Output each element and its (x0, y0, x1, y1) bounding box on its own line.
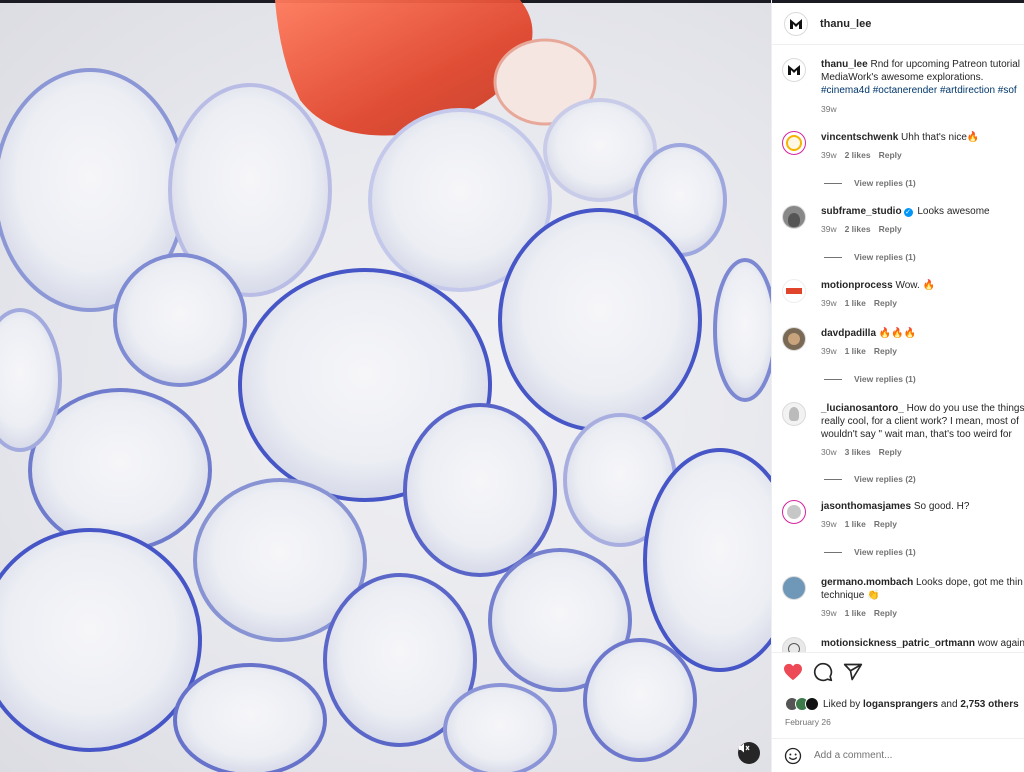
post-header: thanu_lee (772, 3, 1024, 45)
comment-icon (813, 662, 833, 682)
post-date: February 26 (785, 717, 831, 727)
view-replies-label: View replies (1) (854, 252, 916, 262)
avatar[interactable] (782, 205, 806, 229)
liker-avatars (785, 697, 819, 711)
comment-likes[interactable]: 1 like (845, 298, 866, 308)
avatar[interactable] (782, 58, 806, 82)
comment-text: Looks dope, got me thin (916, 577, 1023, 588)
view-replies-button[interactable]: View replies (1) (824, 178, 916, 188)
add-comment-bar (772, 738, 1024, 772)
avatar[interactable] (782, 279, 806, 303)
comment-time: 30w (821, 447, 837, 457)
reply-button[interactable]: Reply (874, 346, 897, 356)
verified-badge-icon: ✓ (903, 208, 913, 217)
likes-summary: Liked by logansprangers and 2,753 others (785, 697, 1019, 711)
comment-username[interactable]: _lucianosantoro_ (821, 403, 904, 414)
add-comment-input[interactable] (814, 750, 1014, 761)
reply-button[interactable]: Reply (874, 298, 897, 308)
caption-hashtags[interactable]: #cinema4d #octanerender #artdirection #s… (821, 84, 1024, 97)
comment-text-line2: really cool, for a client work? I mean, … (821, 416, 1019, 427)
reply-button[interactable]: Reply (879, 447, 902, 457)
avatar[interactable] (782, 402, 806, 426)
liked-by-suffix: and (940, 698, 958, 710)
like-button[interactable] (782, 661, 804, 683)
liked-by-user[interactable]: logansprangers (863, 699, 938, 710)
reply-button[interactable]: Reply (874, 608, 897, 618)
caption-text: Rnd for upcoming Patreon tutorial (870, 59, 1020, 70)
avatar[interactable] (782, 576, 806, 600)
comments-list[interactable]: thanu_lee Rnd for upcoming Patreon tutor… (772, 46, 1024, 652)
comment-button[interactable] (812, 661, 834, 683)
comment-likes[interactable]: 1 like (845, 608, 866, 618)
comment-username[interactable]: vincentschwenk (821, 132, 898, 143)
caption-text-line2: MediaWork's awesome explorations. (821, 72, 984, 83)
comment-username[interactable]: davdpadilla (821, 328, 876, 339)
avatar[interactable] (784, 11, 808, 36)
view-replies-label: View replies (1) (854, 178, 916, 188)
comment-time: 39w (821, 224, 837, 234)
post-author-username[interactable]: thanu_lee (820, 18, 871, 30)
comment-text: Uhh that's nice🔥 (901, 132, 980, 143)
liked-by-prefix: Liked by (823, 698, 861, 710)
post-media[interactable] (0, 0, 771, 772)
avatar[interactable] (782, 637, 806, 652)
comment-username[interactable]: subframe_studio (821, 206, 902, 217)
reply-button[interactable]: Reply (879, 150, 902, 160)
comment-likes[interactable]: 1 like (845, 346, 866, 356)
comment-time: 39w (821, 298, 837, 308)
mute-button[interactable] (738, 742, 760, 764)
comment-username[interactable]: germano.mombach (821, 577, 913, 588)
smiley-icon[interactable] (784, 747, 802, 765)
logo-icon (788, 65, 800, 75)
comment-text: 🔥🔥🔥 (878, 328, 917, 339)
comment-time: 39w (821, 608, 837, 618)
comment-username[interactable]: jasonthomasjames (821, 501, 911, 512)
view-replies-label: View replies (2) (854, 474, 916, 484)
comment-text: Looks awesome (917, 206, 990, 217)
avatar[interactable] (782, 500, 806, 524)
comment-time: 39w (821, 346, 837, 356)
avatar[interactable] (782, 327, 806, 351)
comment-likes[interactable]: 3 likes (845, 447, 871, 457)
comment-time: 39w (821, 519, 837, 529)
bubbles-image (0, 0, 771, 772)
comment-username[interactable]: motionsickness_patric_ortmann (821, 638, 975, 649)
comment-likes[interactable]: 1 like (845, 519, 866, 529)
view-replies-button[interactable]: View replies (2) (824, 474, 916, 484)
reply-button[interactable]: Reply (874, 519, 897, 529)
heart-filled-icon (784, 663, 802, 681)
logo-icon (790, 18, 802, 29)
comment-text: wow again (977, 638, 1024, 649)
comment-text: So good. H? (913, 501, 970, 512)
avatar[interactable] (782, 131, 806, 155)
comment-text-line2: technique 👏 (821, 590, 880, 601)
view-replies-label: View replies (1) (854, 374, 916, 384)
caption-time: 39w (821, 104, 837, 114)
post-side-panel: thanu_lee thanu_lee Rnd for upcoming Pat… (771, 0, 1024, 772)
comment-username[interactable]: motionprocess (821, 280, 893, 291)
comment-likes[interactable]: 2 likes (845, 224, 871, 234)
caption-username[interactable]: thanu_lee (821, 59, 868, 70)
speaker-muted-icon (739, 743, 750, 753)
view-replies-button[interactable]: View replies (1) (824, 547, 916, 557)
comment-text-line3: wouldn't say " wait man, that's too weir… (821, 429, 1012, 440)
reply-button[interactable]: Reply (879, 224, 902, 234)
send-icon (843, 663, 863, 681)
comment-text: How do you use the things (906, 403, 1024, 414)
view-replies-label: View replies (1) (854, 547, 916, 557)
comment-text: Wow. 🔥 (895, 280, 935, 291)
share-button[interactable] (842, 661, 864, 683)
comment-time: 39w (821, 150, 837, 160)
comment-likes[interactable]: 2 likes (845, 150, 871, 160)
liked-by-count[interactable]: 2,753 others (960, 699, 1018, 710)
view-replies-button[interactable]: View replies (1) (824, 374, 916, 384)
view-replies-button[interactable]: View replies (1) (824, 252, 916, 262)
post-actions: Liked by logansprangers and 2,753 others… (772, 652, 1024, 736)
